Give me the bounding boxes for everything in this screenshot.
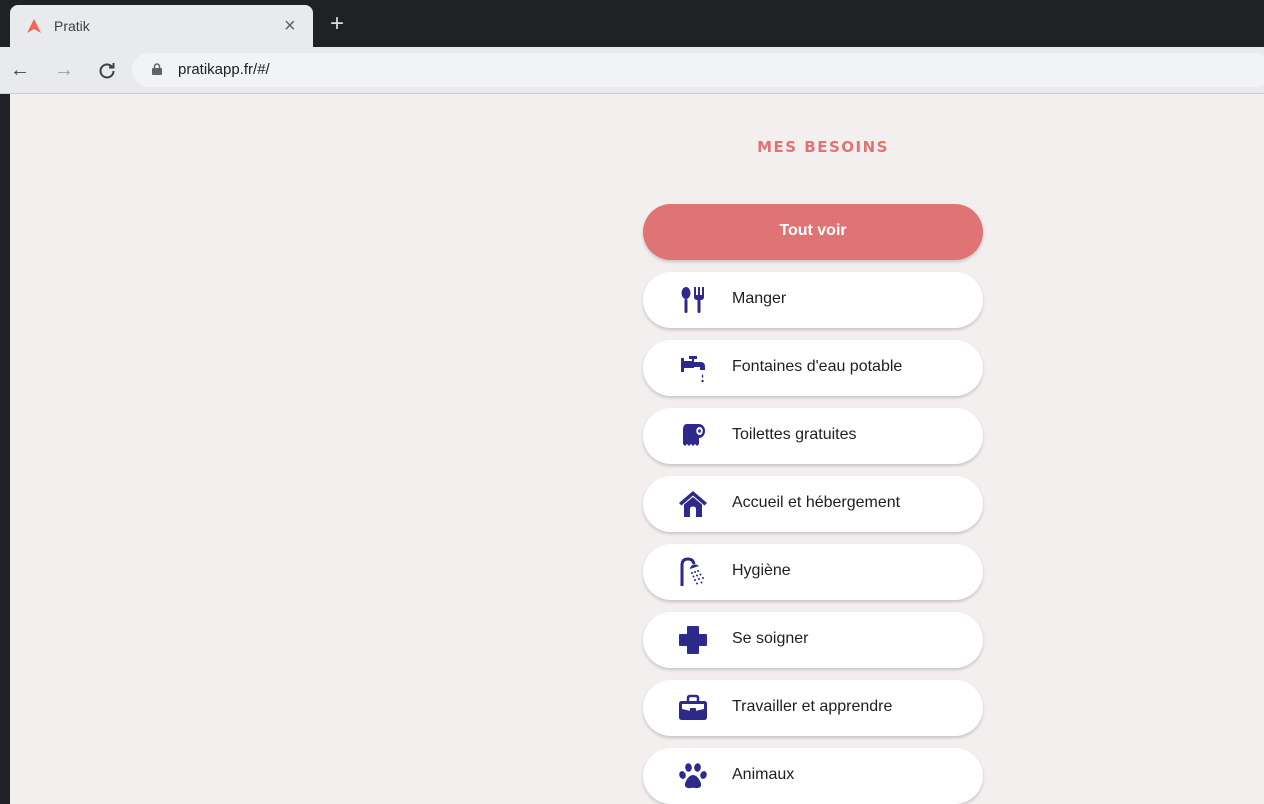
category-label: Fontaines d'eau potable bbox=[732, 358, 903, 375]
forward-arrow-icon[interactable]: → bbox=[54, 57, 74, 83]
paw-icon bbox=[679, 763, 707, 789]
see-all-button[interactable]: Tout voir bbox=[643, 204, 983, 260]
category-label: Animaux bbox=[732, 766, 795, 783]
category-label: Manger bbox=[732, 290, 787, 307]
shower-icon bbox=[680, 557, 704, 586]
category-fontaines-button[interactable]: Fontaines d'eau potable bbox=[643, 340, 983, 396]
back-arrow-icon[interactable]: ← bbox=[10, 57, 30, 83]
browser-toolbar: ← → pratikapp.fr/#/ bbox=[0, 47, 1264, 94]
category-soigner-button[interactable]: Se soigner bbox=[643, 612, 983, 668]
page-title: MES BESOINS bbox=[757, 138, 889, 156]
address-bar[interactable]: pratikapp.fr/#/ bbox=[132, 53, 1264, 87]
category-label: Accueil et hébergement bbox=[732, 494, 901, 511]
category-label: Hygiène bbox=[732, 562, 791, 579]
category-travailler-button[interactable]: Travailler et apprendre bbox=[643, 680, 983, 736]
lock-icon bbox=[152, 63, 162, 75]
tab-title: Pratik bbox=[54, 18, 90, 34]
utensils-icon bbox=[681, 287, 704, 313]
see-all-label: Tout voir bbox=[779, 222, 847, 239]
briefcase-icon bbox=[679, 694, 707, 720]
new-tab-icon[interactable]: + bbox=[330, 12, 344, 36]
toilet-paper-icon bbox=[683, 424, 705, 446]
category-manger-button[interactable]: Manger bbox=[643, 272, 983, 328]
reload-icon[interactable] bbox=[98, 62, 116, 80]
tab-close-icon[interactable]: × bbox=[284, 14, 296, 38]
browser-tabstrip: Pratik × + bbox=[0, 0, 1264, 47]
house-icon bbox=[679, 491, 707, 517]
category-hygiene-button[interactable]: Hygiène bbox=[643, 544, 983, 600]
category-label: Se soigner bbox=[732, 630, 809, 647]
category-toilettes-button[interactable]: Toilettes gratuites bbox=[643, 408, 983, 464]
water-tap-icon bbox=[681, 356, 705, 383]
page-viewport: MES BESOINS Tout voir Manger Fontaines d… bbox=[10, 94, 1264, 804]
category-label: Toilettes gratuites bbox=[732, 426, 857, 443]
category-animaux-button[interactable]: Animaux bbox=[643, 748, 983, 804]
category-accueil-button[interactable]: Accueil et hébergement bbox=[643, 476, 983, 532]
pratik-logo-icon bbox=[27, 19, 41, 33]
category-label: Travailler et apprendre bbox=[732, 698, 893, 715]
medical-cross-icon bbox=[679, 626, 707, 654]
browser-tab[interactable]: Pratik × bbox=[10, 5, 313, 47]
url-text: pratikapp.fr/#/ bbox=[178, 61, 270, 78]
